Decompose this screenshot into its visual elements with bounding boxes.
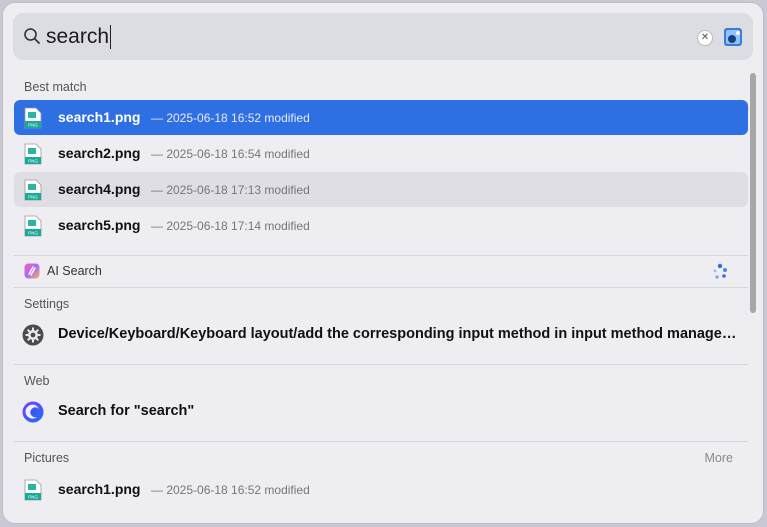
result-row[interactable]: PNG search2.png — 2025-06-18 16:54 modif… xyxy=(14,136,748,171)
settings-result-row[interactable]: Device/Keyboard/Keyboard layout/add the … xyxy=(14,318,748,354)
section-title-web: Web xyxy=(24,374,50,388)
more-link[interactable]: More xyxy=(705,451,733,465)
clear-search-button[interactable]: ✕ xyxy=(697,30,713,46)
section-title-best-match: Best match xyxy=(24,80,87,94)
png-file-icon: PNG xyxy=(24,179,42,201)
picture-result-row[interactable]: PNG search1.png — 2025-06-18 16:52 modif… xyxy=(14,472,748,507)
svg-text:PNG: PNG xyxy=(28,195,38,200)
ai-search-row[interactable]: AI Search xyxy=(14,259,748,285)
result-row[interactable]: PNG search5.png — 2025-06-18 17:14 modif… xyxy=(14,208,748,243)
text-caret xyxy=(110,25,112,50)
file-modified: — 2025-06-18 17:14 modified xyxy=(151,219,310,233)
file-name: search1.png xyxy=(58,481,141,497)
png-file-icon: PNG xyxy=(24,215,42,237)
divider xyxy=(14,441,748,442)
assistant-icon[interactable] xyxy=(722,26,744,48)
svg-text:PNG: PNG xyxy=(28,159,38,164)
divider xyxy=(14,364,748,365)
search-bar[interactable]: search ✕ xyxy=(13,13,753,60)
png-file-icon: PNG xyxy=(24,479,42,501)
web-result-row[interactable]: Search for "search" xyxy=(14,395,748,431)
divider xyxy=(14,287,748,288)
svg-text:PNG: PNG xyxy=(28,231,38,236)
png-file-icon: PNG xyxy=(24,143,42,165)
file-name: search4.png xyxy=(58,181,141,197)
search-input[interactable]: search xyxy=(46,23,112,51)
section-title-settings: Settings xyxy=(24,297,70,311)
section-title-pictures: Pictures xyxy=(24,451,70,465)
settings-path-label: Device/Keyboard/Keyboard layout/add the … xyxy=(58,326,744,342)
file-modified: — 2025-06-18 16:52 modified xyxy=(151,111,310,125)
divider xyxy=(14,255,748,256)
ai-search-label: AI Search xyxy=(47,264,102,278)
search-panel: search ✕ Best match PNG search1.png — 20… xyxy=(3,3,763,523)
file-modified: — 2025-06-18 17:13 modified xyxy=(151,183,310,197)
svg-text:PNG: PNG xyxy=(28,495,38,500)
svg-text:PNG: PNG xyxy=(28,123,38,128)
scrollbar[interactable] xyxy=(750,73,756,313)
gear-icon xyxy=(22,324,44,346)
file-modified: — 2025-06-18 16:52 modified xyxy=(151,483,310,497)
result-row[interactable]: PNG search4.png — 2025-06-18 17:13 modif… xyxy=(14,172,748,207)
ai-search-icon xyxy=(24,263,40,279)
png-file-icon: PNG xyxy=(24,107,42,129)
loading-spinner-icon xyxy=(713,263,727,279)
file-name: search5.png xyxy=(58,217,141,233)
result-row[interactable]: PNG search1.png — 2025-06-18 16:52 modif… xyxy=(14,100,748,135)
web-search-label: Search for "search" xyxy=(58,403,195,419)
browser-icon xyxy=(22,401,44,423)
search-icon xyxy=(24,28,40,44)
file-name: search1.png xyxy=(58,109,141,125)
file-name: search2.png xyxy=(58,145,141,161)
file-modified: — 2025-06-18 16:54 modified xyxy=(151,147,310,161)
